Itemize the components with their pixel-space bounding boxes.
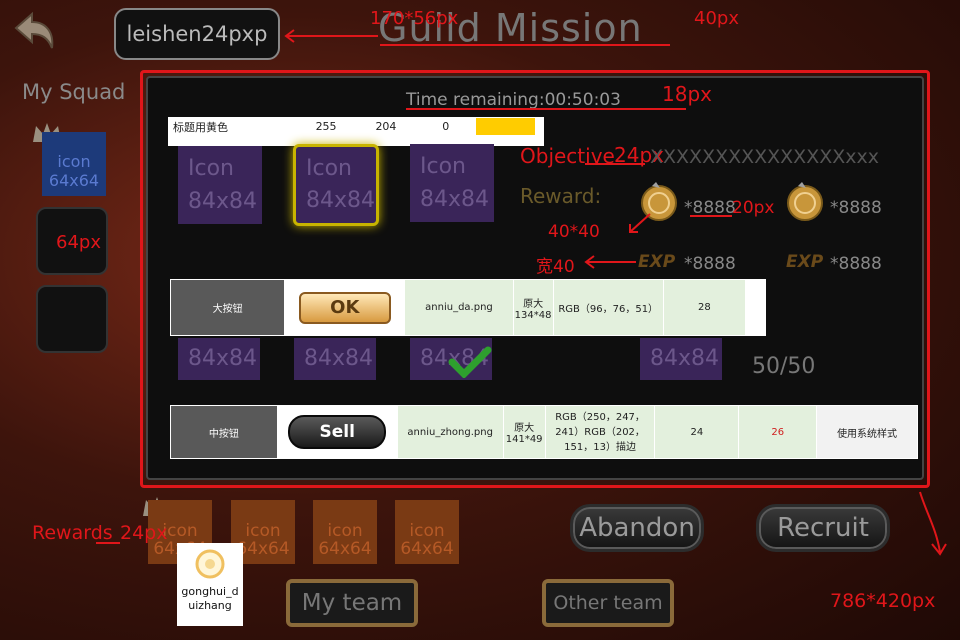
check-icon [448,346,492,378]
mid-button-spec-row: 中按钮 Sell anniu_zhong.png 原大 141*49 RGB（2… [170,405,918,459]
player-name: leishen24pxp [126,22,268,46]
back-arrow-icon[interactable] [12,10,56,52]
coin-icon [787,182,823,221]
exp-width-note: 宽40 [536,257,575,277]
title-size-note: 40px [694,8,739,29]
slot-icon-4[interactable]: 84x84 [640,338,722,380]
reward-size-note: 20px [732,198,775,218]
time-remaining: Time remaining:00:50:03 [406,90,621,110]
objective-text: XXXXXXXXXXXXXXXxxx [650,146,879,168]
spec-font-2: 26 [738,405,818,459]
spec-file: anniu_da.png [404,279,514,336]
other-team-tab[interactable]: Other team [542,579,674,627]
spec-color: RGB（96，76，51） [552,279,664,336]
exp-icon: EXP [638,252,676,272]
spec-name: 中按钮 [170,405,278,459]
mission-icon-2-selected[interactable]: Icon 84x84 [293,144,379,226]
color-swatch [475,117,536,136]
mission-icon-3[interactable]: Icon 84x84 [410,144,494,222]
my-team-tab[interactable]: My team [286,579,418,627]
reward-icon-3[interactable]: icon 64x64 [313,500,377,564]
squad-slot-2[interactable] [36,285,108,353]
time-size-note: 18px [662,82,712,106]
spec-size: 原大 141*49 [502,405,546,459]
badge-file-label: gonghui_d uizhang [181,585,239,612]
reward-icon-4[interactable]: icon 64x64 [395,500,459,564]
sell-button[interactable]: Sell [288,415,387,449]
abandon-button[interactable]: Abandon [570,504,704,552]
progress-count: 50/50 [752,354,816,379]
name-box-size-note: 170*56px [370,8,459,29]
color-g: 204 [355,117,417,136]
ok-button[interactable]: OK [298,291,391,324]
slot-size-note: 64px [56,232,101,253]
title-color-table: 标题用黄色 255 204 0 [168,117,544,146]
spec-file: anniu_zhong.png [396,405,504,459]
mission-icon-1[interactable]: Icon 84x84 [178,146,262,224]
spec-name: 大按钮 [169,279,286,336]
slot-icon-1[interactable]: 84x84 [178,338,260,380]
exp-icon: EXP [786,252,824,272]
slot-icon-2[interactable]: 84x84 [294,338,376,380]
rewards-label: Rewards [32,522,113,544]
reward-value-4: *8888 [830,254,882,274]
guild-badge-image: gonghui_d uizhang [177,543,243,626]
squad-icon-placeholder[interactable]: icon 64x64 [42,132,106,196]
reward-label: Reward: [520,184,602,208]
spec-note: 使用系统样式 [816,405,918,459]
player-name-box[interactable]: leishen24pxp [114,8,280,60]
color-r: 255 [295,117,357,136]
badge-icon [195,549,225,579]
big-button-spec-row: 大按钮 OK anniu_da.png 原大 134*48 RGB（96，76，… [169,279,767,336]
spec-color: RGB（250，247，241）RGB（202，151，13）描边 [544,405,656,459]
reward-value-2: *8888 [830,198,882,218]
recruit-button[interactable]: Recruit [756,504,890,552]
coin-size-note: 40*40 [548,222,600,242]
spec-font: 28 [662,279,746,336]
color-label: 标题用黄色 [168,117,297,136]
squad-title: My Squad [22,80,126,104]
reward-value-3: *8888 [684,254,736,274]
rewards-size-note: 24px [120,522,168,544]
spec-size: 原大 134*48 [512,279,554,336]
panel-size-note: 786*420px [830,590,936,612]
color-b: 0 [415,117,477,136]
spec-font-1: 24 [654,405,740,459]
